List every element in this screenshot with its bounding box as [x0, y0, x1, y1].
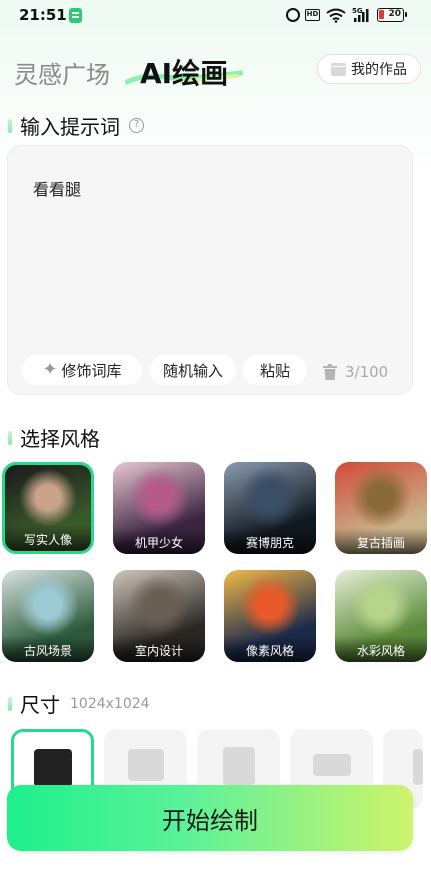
style-label: 机甲少女 [113, 528, 205, 554]
style-card[interactable]: 像素风格 [224, 570, 316, 662]
style-label: 复古插画 [335, 528, 427, 554]
prompt-text[interactable]: 看看腿 [33, 176, 81, 200]
square-shape-icon [128, 749, 164, 781]
status-bar: 21:51 HD 5G 20 [0, 0, 431, 34]
style-label: 室内设计 [113, 636, 205, 662]
prompt-input-box[interactable]: 看看腿 ✦ 修饰词库 随机输入 粘贴 3/100 [7, 145, 413, 395]
prompt-section-header: 输入提示词 ? [8, 111, 144, 140]
section-accent-bar [8, 430, 12, 445]
section-accent-bar [8, 696, 12, 711]
tab-inspiration-square[interactable]: 灵感广场 [14, 55, 110, 90]
alarm-icon [286, 8, 300, 22]
signal-icon: 5G [352, 7, 369, 22]
style-card[interactable]: 古风场景 [2, 570, 94, 662]
wifi-icon [326, 8, 346, 23]
style-card[interactable]: 机甲少女 [113, 462, 205, 554]
tab-ai-painting[interactable]: AI绘画 [140, 52, 228, 92]
my-works-label: 我的作品 [351, 62, 407, 78]
paste-button[interactable]: 粘贴 [243, 355, 307, 385]
style-section-header: 选择风格 [8, 423, 100, 452]
tall-shape-icon [413, 749, 423, 785]
style-card[interactable]: 水彩风格 [335, 570, 427, 662]
folder-icon [331, 62, 346, 76]
style-label: 写实人像 [5, 525, 91, 551]
style-label: 水彩风格 [335, 636, 427, 662]
style-section-title: 选择风格 [20, 427, 100, 451]
style-card[interactable]: 写实人像 [2, 462, 94, 554]
style-label: 像素风格 [224, 636, 316, 662]
size-section-title: 尺寸 [20, 693, 60, 717]
sparkle-icon: ✦ [42, 359, 58, 380]
prompt-section-title: 输入提示词 [20, 115, 120, 139]
signal-5g-label: 5G [352, 7, 363, 15]
style-label: 赛博朋克 [224, 528, 316, 554]
battery-icon: 20 [377, 8, 407, 22]
random-input-button[interactable]: 随机输入 [150, 355, 236, 385]
status-time: 21:51 [19, 6, 67, 24]
portrait-shape-icon [223, 747, 255, 785]
modifier-library-button[interactable]: ✦ 修饰词库 [22, 355, 142, 385]
paste-label: 粘贴 [259, 361, 290, 380]
start-drawing-button[interactable]: 开始绘制 [7, 785, 413, 851]
start-drawing-label: 开始绘制 [162, 806, 258, 835]
size-value: 1024x1024 [70, 695, 150, 712]
style-label: 古风场景 [2, 636, 94, 662]
help-icon[interactable]: ? [129, 118, 144, 133]
size-section-header: 尺寸 1024x1024 [8, 689, 150, 718]
section-accent-bar [8, 118, 12, 133]
square-shape-icon [34, 749, 72, 787]
message-notification-icon [69, 8, 82, 23]
style-card[interactable]: 赛博朋克 [224, 462, 316, 554]
hd-icon: HD [305, 9, 320, 21]
style-card[interactable]: 室内设计 [113, 570, 205, 662]
random-input-label: 随机输入 [162, 361, 223, 380]
my-works-button[interactable]: 我的作品 [317, 54, 421, 84]
char-counter: 3/100 [345, 363, 389, 381]
trash-icon[interactable] [323, 364, 337, 380]
modifier-library-label: 修饰词库 [61, 361, 122, 380]
landscape-shape-icon [313, 754, 351, 776]
style-card[interactable]: 复古插画 [335, 462, 427, 554]
